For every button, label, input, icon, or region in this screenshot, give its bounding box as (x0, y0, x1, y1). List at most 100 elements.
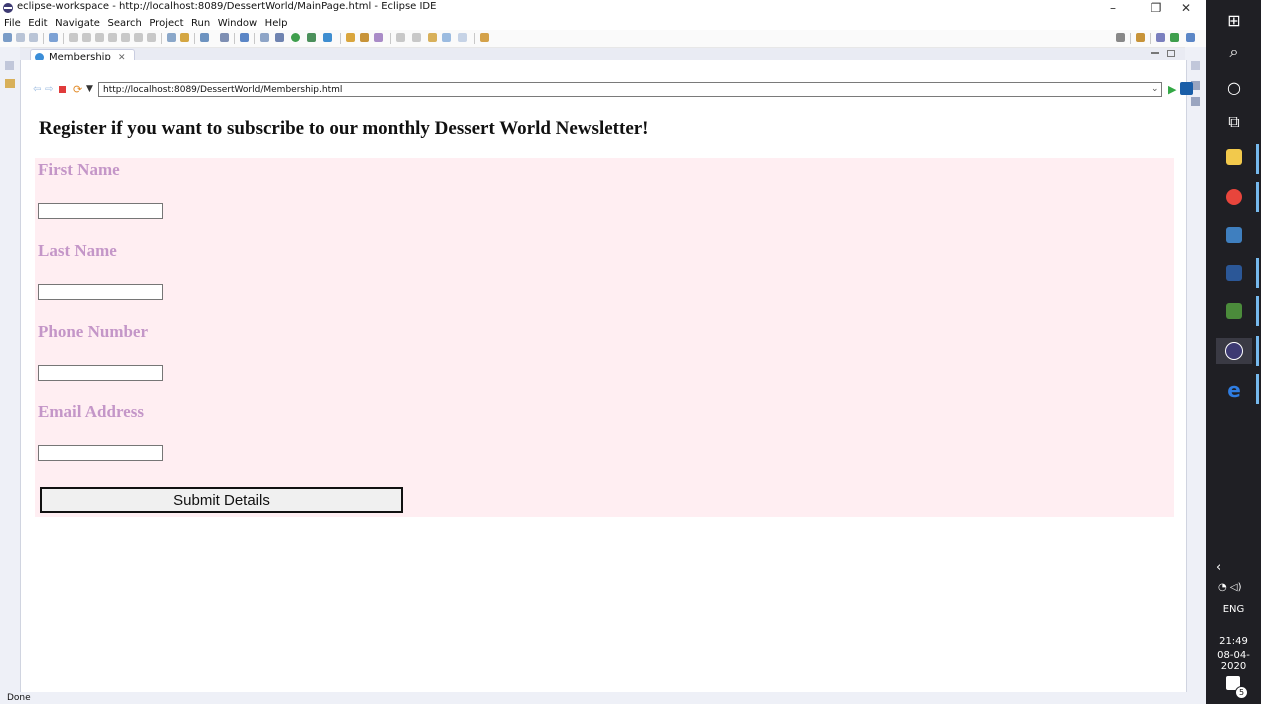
status-text: Done (7, 693, 31, 703)
coverage-icon[interactable] (307, 33, 316, 42)
go-icon[interactable]: ▶ (1168, 83, 1176, 96)
search-icon[interactable]: ⌕ (1224, 42, 1244, 62)
search-icon[interactable] (1116, 33, 1125, 42)
project-explorer-icon[interactable] (5, 79, 15, 88)
last-name-input[interactable] (38, 284, 163, 300)
save-icon[interactable] (16, 33, 25, 42)
right-trim-stack (1185, 47, 1206, 692)
restore-icon[interactable] (1191, 61, 1200, 70)
use-step-filters-icon[interactable] (167, 33, 176, 42)
active-indicator (1256, 258, 1259, 288)
terminate-icon[interactable] (95, 33, 104, 42)
new-icon[interactable] (3, 33, 12, 42)
task-view-icon[interactable]: ⧉ (1224, 112, 1244, 132)
chevron-down-icon[interactable]: ▼ (86, 84, 93, 94)
first-name-input[interactable] (38, 203, 163, 219)
last-edit-location-icon[interactable] (428, 33, 437, 42)
publish-icon[interactable] (220, 33, 229, 42)
eclipse-taskbar-icon[interactable] (1216, 338, 1252, 364)
menu-edit[interactable]: Edit (28, 17, 47, 30)
skip-breakpoints-icon[interactable] (49, 33, 58, 42)
active-indicator (1256, 144, 1259, 174)
toolbar-separator (43, 33, 44, 44)
back-icon[interactable] (442, 33, 451, 42)
clock-date[interactable]: 08-04-2020 (1206, 650, 1261, 672)
edge-icon[interactable]: e (1224, 378, 1244, 402)
status-bar: Done (0, 692, 1206, 704)
email-address-input[interactable] (38, 445, 163, 461)
start-icon[interactable]: ⊞ (1224, 10, 1244, 30)
file-explorer-icon[interactable] (1224, 147, 1244, 167)
python-idle-icon[interactable] (1224, 225, 1244, 245)
chrome-icon[interactable] (1224, 187, 1244, 207)
debug-icon[interactable] (275, 33, 284, 42)
cortana-icon[interactable]: ○ (1224, 77, 1244, 97)
java-perspective-icon[interactable] (1186, 33, 1195, 42)
forward-icon[interactable] (458, 33, 467, 42)
word-icon[interactable] (1224, 263, 1244, 283)
menu-project[interactable]: Project (149, 17, 183, 30)
menu-search[interactable]: Search (107, 17, 141, 30)
open-perspective-icon[interactable] (180, 33, 189, 42)
toolbar-separator (474, 33, 475, 44)
phone-number-input[interactable] (38, 365, 163, 381)
web-browser-icon[interactable] (240, 33, 249, 42)
show-hidden-icons-chevron-icon[interactable]: ‹ (1216, 560, 1221, 575)
eclipse-logo-icon (3, 3, 13, 13)
refresh-icon[interactable]: ⟳ (73, 83, 82, 96)
page-heading: Register if you want to subscribe to our… (39, 118, 649, 139)
url-input[interactable] (98, 82, 1162, 97)
java-ee-perspective-icon[interactable] (1156, 33, 1165, 42)
menu-run[interactable]: Run (191, 17, 210, 30)
next-annotation-icon[interactable] (396, 33, 405, 42)
open-task-icon[interactable] (374, 33, 383, 42)
resume-icon[interactable] (69, 33, 78, 42)
restore-icon[interactable] (5, 61, 14, 70)
active-indicator (1256, 336, 1259, 366)
external-tools-icon[interactable] (323, 33, 332, 42)
clock-time[interactable]: 21:49 (1206, 636, 1261, 647)
previous-annotation-icon[interactable] (412, 33, 421, 42)
toolbar-separator (63, 33, 64, 44)
save-all-icon[interactable] (29, 33, 38, 42)
search-tool-icon[interactable] (260, 33, 269, 42)
menu-navigate[interactable]: Navigate (55, 17, 100, 30)
network-volume-icon[interactable]: ◔ ◁) (1218, 582, 1242, 593)
open-external-browser-icon[interactable] (1180, 82, 1193, 95)
new-class-icon[interactable] (360, 33, 369, 42)
toolbar-separator (1130, 33, 1131, 44)
open-perspective-icon[interactable] (1136, 33, 1145, 42)
close-button[interactable]: ✕ (1166, 0, 1206, 16)
disconnect-icon[interactable] (108, 33, 117, 42)
menu-help[interactable]: Help (265, 17, 288, 30)
new-server-icon[interactable] (200, 33, 209, 42)
forward-arrow-icon[interactable]: ⇨ (45, 84, 53, 95)
notification-count-badge: 5 (1235, 686, 1248, 699)
debug-perspective-icon[interactable] (1170, 33, 1179, 42)
step-into-icon[interactable] (121, 33, 130, 42)
suspend-icon[interactable] (82, 33, 91, 42)
task-list-icon[interactable] (1191, 97, 1200, 106)
submit-details-button[interactable]: Submit Details (40, 487, 403, 513)
menu-window[interactable]: Window (218, 17, 257, 30)
active-indicator (1256, 296, 1259, 326)
window-title: eclipse-workspace - http://localhost:808… (17, 1, 437, 12)
eclipse-window: eclipse-workspace - http://localhost:808… (0, 0, 1206, 704)
maximize-view-icon[interactable] (1167, 50, 1175, 57)
excel-icon[interactable] (1224, 301, 1244, 321)
menu-file[interactable]: File (4, 17, 21, 30)
pin-editor-icon[interactable] (480, 33, 489, 42)
new-package-icon[interactable] (346, 33, 355, 42)
title-bar[interactable]: eclipse-workspace - http://localhost:808… (0, 0, 1206, 16)
language-indicator[interactable]: ENG (1206, 604, 1261, 615)
step-return-icon[interactable] (147, 33, 156, 42)
stop-icon[interactable] (59, 86, 66, 93)
minimize-button[interactable]: – (1093, 0, 1133, 16)
step-over-icon[interactable] (134, 33, 143, 42)
run-icon[interactable] (291, 33, 300, 42)
back-arrow-icon[interactable]: ⇦ (33, 84, 41, 95)
membership-form: First Name Last Name Phone Number Email … (35, 158, 1174, 517)
web-page: Register if you want to subscribe to our… (28, 101, 1178, 691)
url-history-chevron-icon[interactable]: ⌄ (1151, 84, 1159, 94)
minimize-view-icon[interactable] (1151, 52, 1159, 54)
